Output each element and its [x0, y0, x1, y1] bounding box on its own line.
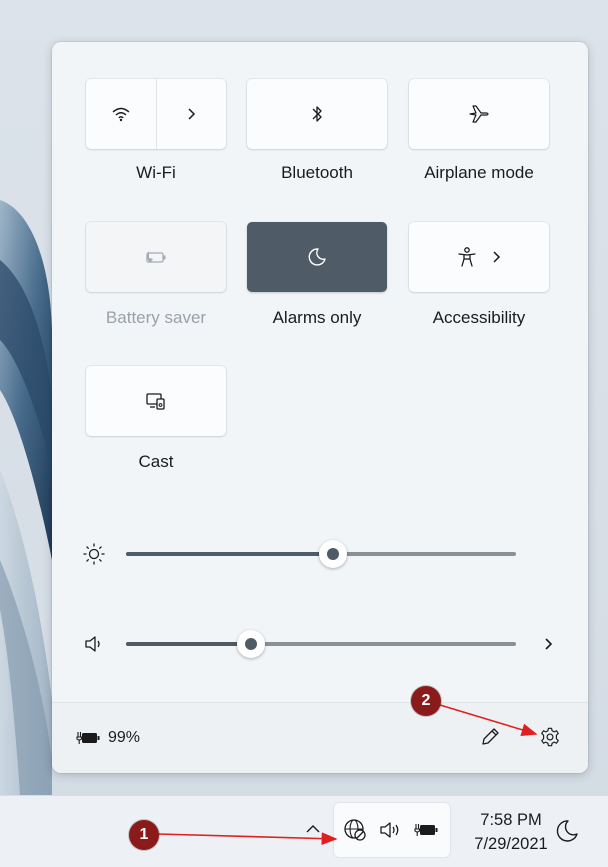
- clock-date: 7/29/2021: [474, 835, 548, 853]
- brightness-fill: [126, 552, 333, 556]
- volume-output-button[interactable]: [536, 632, 560, 656]
- wifi-icon: [112, 107, 130, 122]
- accessibility-tile[interactable]: [409, 222, 549, 292]
- battery-percentage: 99%: [108, 729, 141, 746]
- battery-saver-label: Battery saver: [105, 308, 207, 327]
- wifi-label: Wi-Fi: [136, 163, 176, 182]
- volume-track[interactable]: [126, 630, 516, 658]
- wifi-toggle[interactable]: [86, 79, 157, 149]
- battery-saver-tile[interactable]: [86, 222, 226, 292]
- all-settings-button[interactable]: [536, 723, 564, 751]
- pencil-icon: [482, 728, 499, 745]
- volume-thumb[interactable]: [236, 630, 265, 658]
- cast-icon: [146, 393, 165, 410]
- volume-status: [378, 817, 404, 843]
- quick-settings-tray-button[interactable]: [334, 803, 450, 857]
- battery-status-tray: [414, 817, 440, 843]
- network-status: [342, 817, 368, 843]
- wifi-tile: [86, 79, 226, 149]
- battery-status[interactable]: 99%: [76, 729, 140, 747]
- airplane-mode-label: Airplane mode: [424, 163, 534, 182]
- wifi-expand-button[interactable]: [157, 79, 227, 149]
- annotation-callout-2: 2: [411, 686, 441, 716]
- taskbar-clock[interactable]: 7:58 PM 7/29/2021: [458, 808, 564, 856]
- brightness-slider-row: [52, 534, 588, 574]
- accessibility-label: Accessibility: [432, 308, 526, 327]
- speaker-icon[interactable]: [82, 632, 106, 656]
- volume-fill: [126, 642, 251, 646]
- chevron-right-icon: [545, 638, 553, 650]
- brightness-thumb[interactable]: [318, 540, 347, 568]
- chevron-up-icon: [306, 825, 320, 833]
- quick-settings-footer: 99%: [52, 702, 588, 773]
- annotation-callout-1: 1: [129, 820, 159, 850]
- chevron-right-icon: [493, 251, 501, 263]
- cast-label: Cast: [138, 452, 174, 471]
- gear-icon: [541, 727, 559, 747]
- focus-assist-moon-icon[interactable]: [554, 818, 580, 844]
- bluetooth-label: Bluetooth: [281, 163, 353, 182]
- chevron-right-icon: [188, 108, 196, 120]
- edit-quick-settings-button[interactable]: [476, 723, 504, 751]
- brightness-track[interactable]: [126, 540, 516, 568]
- taskbar: 7:58 PM 7/29/2021: [0, 795, 608, 867]
- brightness-icon: [83, 543, 105, 565]
- moon-icon: [308, 248, 326, 266]
- battery-charging-icon: [414, 824, 438, 836]
- bluetooth-icon: [312, 106, 322, 122]
- cast-tile[interactable]: [86, 366, 226, 436]
- bluetooth-tile[interactable]: [247, 79, 387, 149]
- airplane-icon: [469, 105, 489, 123]
- clock-time: 7:58 PM: [480, 811, 542, 829]
- battery-charging-icon: [76, 732, 100, 744]
- speaker-icon: [380, 822, 399, 838]
- airplane-mode-tile[interactable]: [409, 79, 549, 149]
- accessibility-icon: [458, 247, 476, 267]
- focus-assist-tile[interactable]: [247, 222, 387, 292]
- focus-assist-label: Alarms only: [272, 308, 362, 327]
- globe-no-internet-icon: [344, 819, 366, 841]
- battery-saver-icon: [146, 251, 166, 263]
- quick-settings-panel: Wi-Fi Bluetooth Airplane mode Battery sa…: [52, 42, 588, 773]
- show-hidden-icons-button[interactable]: [302, 818, 324, 840]
- volume-slider-row: [52, 624, 588, 664]
